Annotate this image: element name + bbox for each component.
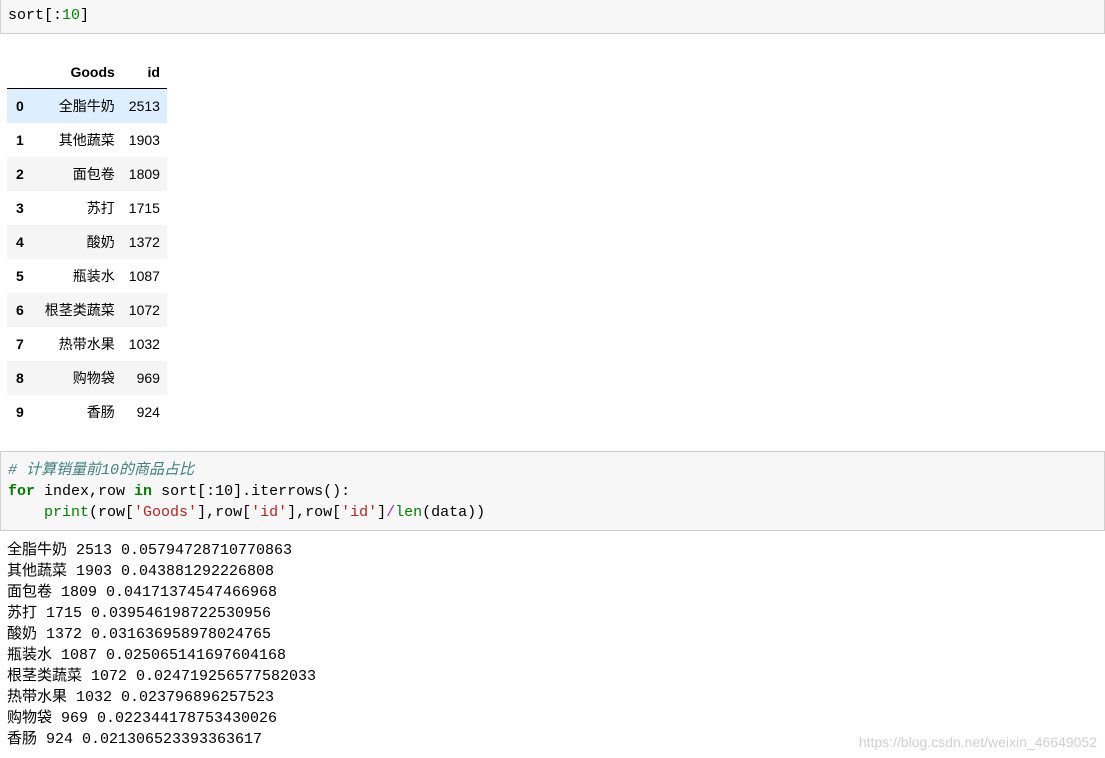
cell-goods: 香肠 bbox=[86, 404, 115, 420]
output-line: 面包卷 1809 0.04171374547466968 bbox=[7, 584, 278, 601]
code-segment: index,row bbox=[35, 483, 135, 500]
cell-id: 969 bbox=[136, 370, 160, 386]
dataframe-header-row: Goods id bbox=[7, 56, 167, 89]
code-segment: ],row[ bbox=[197, 504, 252, 521]
code-cell-ratio[interactable]: # 计算销量前10的商品占比 for index,row in sort[:10]… bbox=[0, 451, 1105, 531]
code-segment: sort[:10].iterrows(): bbox=[152, 483, 351, 500]
output-line: 其他蔬菜 1903 0.043881292226808 bbox=[7, 563, 275, 580]
code-line-comment: # 计算销量前10的商品占比 bbox=[8, 460, 485, 481]
row-index: 8 bbox=[16, 370, 24, 386]
code-editor[interactable]: sort[:10] bbox=[8, 6, 89, 26]
cell-id: 1087 bbox=[128, 268, 160, 284]
watermark: https://blog.csdn.net/weixin_46649052 bbox=[858, 734, 1097, 750]
code-segment: (data)) bbox=[422, 504, 486, 521]
builtin-len: len bbox=[395, 504, 423, 521]
code-number: 10 bbox=[62, 7, 81, 24]
dataframe-row: 0 全脂牛奶 2513 bbox=[7, 88, 167, 123]
row-index: 4 bbox=[16, 234, 24, 250]
dataframe-row: 5 瓶装水 1087 bbox=[7, 259, 167, 293]
dataframe-row: 9 香肠 924 bbox=[7, 395, 167, 429]
cell-goods: 其他蔬菜 bbox=[58, 132, 115, 148]
string-literal: 'id' bbox=[341, 504, 378, 521]
dataframe-output: Goods id 0 全脂牛奶 2513 1 其他蔬菜 1903 2 面包卷 1809 3 苏打 17… bbox=[7, 56, 167, 429]
output-line: 香肠 924 0.021306523393363617 bbox=[7, 731, 263, 748]
dataframe-row: 4 酸奶 1372 bbox=[7, 225, 167, 259]
cell-id: 2513 bbox=[128, 98, 160, 114]
row-index: 9 bbox=[16, 404, 24, 420]
output-line: 全脂牛奶 2513 0.05794728710770863 bbox=[7, 542, 293, 559]
column-header-goods: Goods bbox=[37, 56, 122, 89]
operator-divide: / bbox=[386, 504, 396, 521]
code-line-print: print(row['Goods'],row['id'],row['id']/l… bbox=[8, 502, 485, 523]
code-line-for: for index,row in sort[:10].iterrows(): bbox=[8, 481, 485, 502]
cell-goods: 苏打 bbox=[86, 200, 115, 216]
dataframe-row: 8 购物袋 969 bbox=[7, 361, 167, 395]
code-bracket-close: ] bbox=[80, 7, 90, 24]
dataframe-row: 6 根茎类蔬菜 1072 bbox=[7, 293, 167, 327]
cell-id: 1372 bbox=[128, 234, 160, 250]
cell-goods: 全脂牛奶 bbox=[58, 98, 115, 114]
dataframe-body: 0 全脂牛奶 2513 1 其他蔬菜 1903 2 面包卷 1809 3 苏打 1715 4 酸奶 1372… bbox=[7, 88, 167, 429]
code-segment: ],row[ bbox=[287, 504, 342, 521]
code-comment: # 计算销量前10的商品占比 bbox=[8, 462, 195, 479]
output-line: 苏打 1715 0.039546198722530956 bbox=[7, 605, 272, 622]
output-line: 瓶装水 1087 0.025065141697604168 bbox=[7, 647, 287, 664]
cell-goods: 瓶装水 bbox=[72, 268, 115, 284]
column-header-id: id bbox=[121, 56, 167, 89]
code-ident: sort bbox=[8, 7, 45, 24]
output-line: 根茎类蔬菜 1072 0.024719256577582033 bbox=[7, 668, 317, 685]
cell-id: 1903 bbox=[128, 132, 160, 148]
cell-goods: 购物袋 bbox=[72, 370, 115, 386]
builtin-print: print bbox=[44, 504, 90, 521]
cell-goods: 热带水果 bbox=[58, 336, 115, 352]
row-index: 5 bbox=[16, 268, 24, 284]
row-index: 0 bbox=[16, 98, 24, 114]
row-index: 6 bbox=[16, 302, 24, 318]
dataframe-row: 1 其他蔬菜 1903 bbox=[7, 123, 167, 157]
cell-id: 1032 bbox=[128, 336, 160, 352]
row-index: 3 bbox=[16, 200, 24, 216]
cell-id: 1715 bbox=[128, 200, 160, 216]
keyword-in: in bbox=[134, 483, 153, 500]
output-line: 热带水果 1032 0.023796896257523 bbox=[7, 689, 275, 706]
cell-id: 1072 bbox=[128, 302, 160, 318]
code-cell-sort-head[interactable]: sort[:10] bbox=[0, 0, 1105, 34]
print-output: 全脂牛奶 2513 0.05794728710770863 其他蔬菜 1903 0… bbox=[7, 540, 316, 750]
keyword-for: for bbox=[8, 483, 36, 500]
output-line: 购物袋 969 0.022344178753430026 bbox=[7, 710, 278, 727]
code-bracket-open: [: bbox=[44, 7, 63, 24]
dataframe-row: 7 热带水果 1032 bbox=[7, 327, 167, 361]
cell-goods: 酸奶 bbox=[86, 234, 115, 250]
cell-id: 1809 bbox=[128, 166, 160, 182]
dataframe-row: 3 苏打 1715 bbox=[7, 191, 167, 225]
cell-goods: 面包卷 bbox=[72, 166, 115, 182]
code-editor[interactable]: # 计算销量前10的商品占比 for index,row in sort[:10]… bbox=[8, 460, 485, 523]
cell-goods: 根茎类蔬菜 bbox=[44, 302, 115, 318]
code-segment: ] bbox=[377, 504, 387, 521]
cell-id: 924 bbox=[136, 404, 160, 420]
index-header bbox=[7, 56, 38, 89]
row-index: 7 bbox=[16, 336, 24, 352]
row-index: 1 bbox=[16, 132, 24, 148]
output-line: 酸奶 1372 0.031636958978024765 bbox=[7, 626, 272, 643]
row-index: 2 bbox=[16, 166, 24, 182]
string-literal: 'id' bbox=[251, 504, 288, 521]
dataframe-row: 2 面包卷 1809 bbox=[7, 157, 167, 191]
string-literal: 'Goods' bbox=[134, 504, 198, 521]
code-segment: (row[ bbox=[89, 504, 135, 521]
